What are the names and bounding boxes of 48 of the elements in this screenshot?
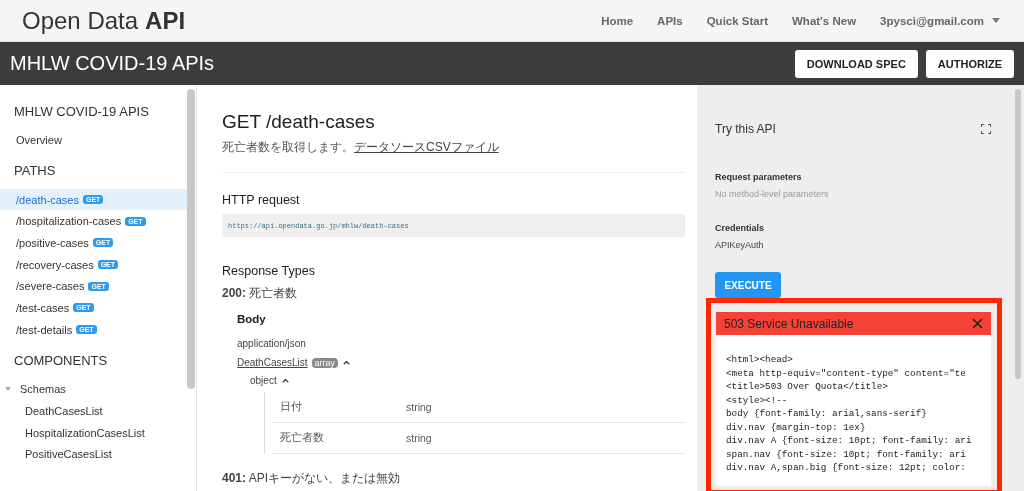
sidebar-heading: MHLW COVID-19 APIS — [13, 102, 150, 121]
fullscreen-icon[interactable] — [981, 124, 991, 134]
section-heading: HTTP request — [222, 193, 301, 207]
endpoint-title: GET /death-cases — [222, 111, 376, 133]
account-menu[interactable]: 3pysci@gmail.com — [880, 14, 1000, 27]
schema-link[interactable]: HospitalizationCasesList — [0, 421, 187, 444]
header-button[interactable]: AUTHORIZE — [925, 49, 1014, 78]
close-button[interactable] — [972, 318, 983, 329]
sidebar-heading: PATHS — [13, 162, 57, 181]
params-text: No method-level parameters — [715, 189, 830, 199]
credentials-value: APIKeyAuth — [715, 240, 765, 250]
collapse-icon[interactable] — [280, 376, 290, 385]
api-title: MHLW COVID-19 APIs — [10, 52, 215, 75]
endpoint-description: 死亡者数を取得します。データソースCSVファイル — [222, 139, 500, 156]
response-line: 200: 死亡者数 — [222, 285, 299, 302]
field-name: 死亡者数 — [280, 431, 325, 445]
media-type: application/json — [237, 338, 306, 349]
overview-link[interactable]: Overview — [0, 129, 187, 151]
caret-icon — [5, 387, 11, 392]
sidebar-heading: COMPONENTS — [13, 352, 109, 370]
field-name: 日付 — [280, 400, 303, 414]
scrollbar-thumb[interactable] — [187, 89, 195, 389]
nav-link[interactable]: APIs — [657, 14, 683, 27]
scrollbar-thumb[interactable] — [1015, 89, 1021, 379]
field-type: string — [406, 401, 432, 413]
object-label: object — [250, 375, 277, 386]
credentials-label: Credentials — [715, 223, 766, 233]
collapse-icon[interactable] — [342, 358, 352, 367]
error-status: 503 Service Unavailable — [724, 316, 854, 331]
body-heading: Body — [237, 313, 267, 325]
nav-link[interactable]: Home — [601, 14, 634, 27]
type-badge: array — [311, 357, 339, 368]
panel-title: Try this API — [715, 122, 776, 136]
schema-link[interactable]: DeathCasesList — [0, 400, 187, 422]
site-logo[interactable]: Open Data API — [22, 6, 186, 35]
nav-link[interactable]: What's New — [792, 14, 857, 27]
schema-link[interactable]: DeathCasesList — [237, 357, 308, 368]
source-link[interactable]: データソースCSVファイル — [354, 140, 499, 154]
header-button[interactable]: DOWNLOAD SPEC — [794, 49, 918, 78]
field-type: string — [406, 432, 432, 444]
params-label: Request parameters — [715, 172, 803, 182]
nav-link[interactable]: Quick Start — [706, 14, 768, 27]
section-heading: Response Types — [222, 264, 316, 278]
response-code: <html><head> <meta http-equiv="content-type" content="te <title>503 Over Quota</title> <style><!-- body {font-family: arial,sans-serif} div.nav {margin-top: 1ex} div.nav A {font-size: 10pt; font-family: ari span.nav {font-size: 10pt; font-family: ari div.nav A,span.big {font-size: 12pt; color: — [726, 353, 972, 475]
schemas-toggle[interactable]: Schemas — [0, 378, 187, 401]
dropdown-icon — [992, 18, 1000, 23]
response-line: 401: APIキーがない、または無効 — [222, 470, 402, 487]
schema-link[interactable]: PositiveCasesList — [0, 443, 187, 466]
